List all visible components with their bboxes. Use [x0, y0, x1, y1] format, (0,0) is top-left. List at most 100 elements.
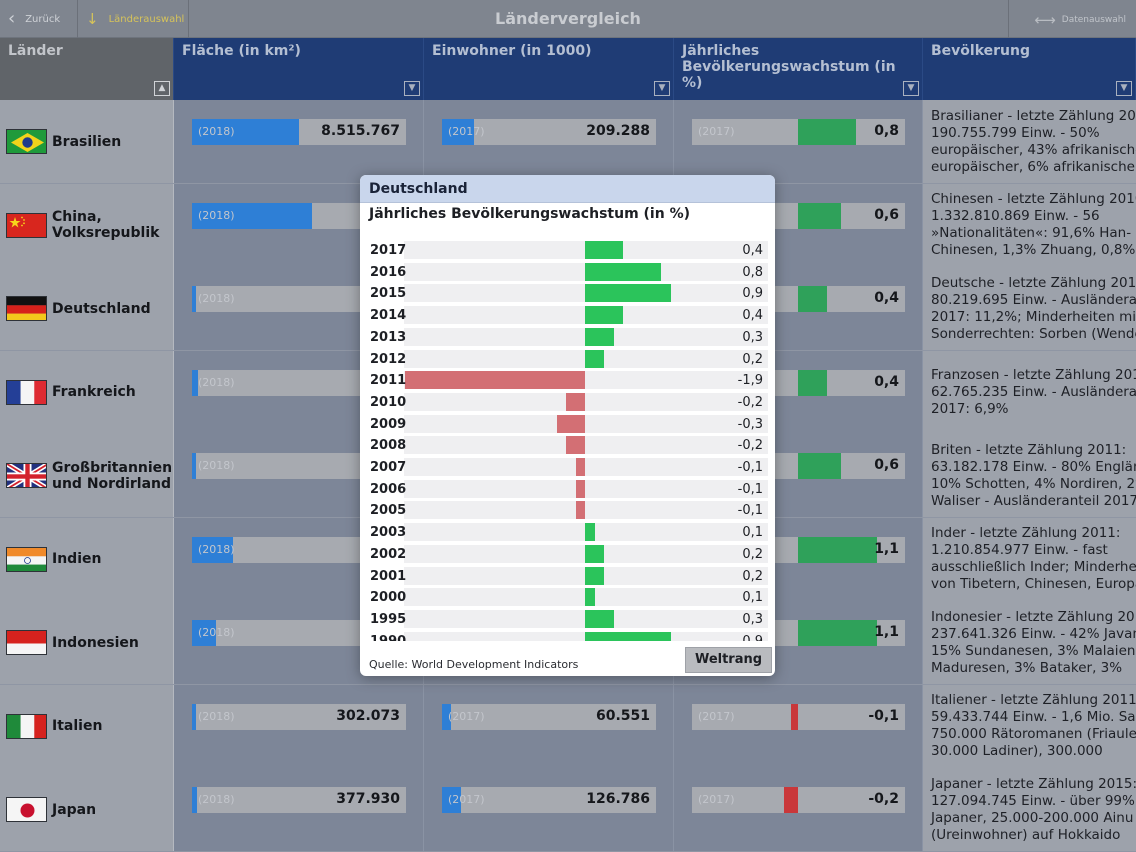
table-row[interactable]: Brasilien (2018) 8.515.767 (2017) 209.288 (20…	[0, 100, 1136, 183]
column-header-population[interactable]: Einwohner (in 1000) ▼	[424, 38, 674, 100]
growth-bar	[585, 566, 604, 585]
description-line: ausschließlich Inder; Minderheite	[931, 559, 1136, 575]
growth-list-item: 2006 -0,1	[360, 478, 775, 500]
growth-cell[interactable]: (2017) -0,2	[674, 768, 923, 851]
growth-value: -0,1	[737, 460, 763, 475]
growth-value: -0,2	[737, 438, 763, 454]
growth-year: 2012	[370, 351, 407, 367]
growth-bar	[585, 284, 671, 303]
population-value: 60.551	[595, 707, 650, 724]
description-line: 190.755.799 Einw. - 50%	[931, 124, 1100, 141]
country-selection-label: Länderauswahl	[108, 13, 185, 25]
description-line: 127.094.745 Einw. - über 99%	[931, 792, 1135, 809]
column-header-area[interactable]: Fläche (in km²) ▼	[174, 38, 424, 100]
growth-list-item: 2017 0,4	[360, 239, 775, 261]
country-cell[interactable]: Frankreich	[0, 350, 174, 434]
area-bar: (2018) 377.930	[192, 787, 406, 813]
data-year: (2018)	[198, 626, 235, 639]
flag-brazil-icon	[6, 129, 47, 154]
data-year: (2018)	[198, 208, 235, 222]
country-cell[interactable]: Italien	[0, 684, 174, 768]
growth-year: 2003	[370, 525, 407, 541]
column-header-growth[interactable]: Jährliches Bevölkerungswachstum (in %) ▼	[674, 38, 923, 100]
country-cell[interactable]: Indonesien	[0, 601, 174, 684]
detail-popup: Deutschland Jährliches Bevölkerungswachs…	[360, 175, 775, 676]
country-cell[interactable]: Japan	[0, 768, 174, 851]
growth-bar	[585, 523, 595, 542]
growth-bar	[404, 371, 585, 390]
growth-list-item: 2016 0,8	[360, 261, 775, 283]
growth-bar	[585, 609, 614, 628]
country-cell[interactable]: Indien	[0, 517, 174, 601]
country-cell[interactable]: Deutschland	[0, 267, 174, 350]
country-cell[interactable]: Brasilien	[0, 100, 174, 183]
description-line: Brasilianer - letzte Zählung 2010:	[931, 107, 1136, 124]
growth-value: -0,1	[737, 503, 763, 519]
description-line: Chinesen, 1,3% Zhuang, 0,8% Hu	[931, 242, 1136, 258]
growth-bar-fill	[798, 369, 827, 396]
growth-bar-fill	[798, 620, 878, 646]
country-cell[interactable]: Großbritannien und Nordirland	[0, 434, 174, 517]
sort-down-icon[interactable]: ▼	[404, 81, 420, 96]
column-header-countries[interactable]: Länder ▲	[0, 38, 174, 100]
area-cell[interactable]: (2018) 377.930	[174, 768, 424, 851]
popup-subtitle: Jährliches Bevölkerungswachstum (in %)	[369, 206, 690, 222]
growth-value: -0,1	[737, 481, 763, 497]
population-cell[interactable]: (2017) 126.786	[424, 768, 674, 851]
population-cell[interactable]: (2017) 60.551	[424, 684, 674, 768]
growth-value: 0,2	[742, 568, 763, 584]
growth-value: 0,4	[742, 308, 763, 324]
population-cell[interactable]: (2017) 209.288	[424, 100, 674, 183]
column-header-label: Einwohner (in 1000)	[432, 43, 592, 59]
population-description: Franzosen - letzte Zählung 2010: 62.765.2…	[923, 350, 1136, 434]
population-bar: (2017) 209.288	[442, 119, 656, 145]
description-line: Maduresen, 3% Bataker, 3%	[931, 659, 1123, 676]
flag-uk-icon	[6, 463, 47, 488]
description-line: 2017: 11,2%; Minderheiten mit	[931, 308, 1136, 325]
growth-year: 2001	[370, 568, 407, 584]
area-cell[interactable]: (2018) 302.073	[174, 684, 424, 768]
divider	[188, 0, 189, 38]
data-year: (2018)	[198, 793, 235, 806]
back-button[interactable]: ‹ Zurück	[8, 9, 60, 29]
table-row[interactable]: Italien (2018) 302.073 (2017) 60.551 (2017) -0…	[0, 684, 1136, 768]
growth-year: 2002	[370, 546, 407, 562]
area-cell[interactable]: (2018) 8.515.767	[174, 100, 424, 183]
description-line: 750.000 Rätoromanen (Friauler u	[931, 726, 1136, 742]
country-selection-button[interactable]: ↓ Länderauswahl	[86, 9, 184, 29]
sort-down-icon[interactable]: ▼	[903, 81, 919, 96]
description-line: Japaner - letzte Zählung 2015:	[931, 775, 1136, 792]
growth-list-item: 2007 -0,1	[360, 456, 775, 478]
world-rank-button[interactable]: Weltrang	[685, 647, 772, 673]
sort-down-icon[interactable]: ▼	[1116, 81, 1132, 96]
growth-year: 2015	[370, 286, 407, 302]
growth-list-item: 2014 0,4	[360, 304, 775, 326]
population-description: Chinesen - letzte Zählung 2010: 1.332.810…	[923, 183, 1136, 267]
growth-cell[interactable]: (2017) 0,8	[674, 100, 923, 183]
growth-year: 2006	[370, 481, 407, 497]
growth-list-item: 2001 0,2	[360, 565, 775, 587]
growth-value: 0,1	[742, 525, 763, 541]
flag-germany-icon	[6, 296, 47, 321]
description-line: Waliser - Ausländeranteil 2017: 9	[931, 492, 1136, 509]
growth-year: 2009	[370, 416, 407, 432]
area-bar: (2018) 8.515.767	[192, 119, 406, 145]
table-row[interactable]: Japan (2018) 377.930 (2017) 126.786 (2017) -0,…	[0, 768, 1136, 851]
growth-bar-fill	[798, 453, 842, 479]
bar-track	[404, 414, 768, 433]
sort-down-icon[interactable]: ▼	[654, 81, 670, 96]
data-selection-button[interactable]: ⟷ Datenauswahl	[1034, 11, 1126, 29]
description-line: 2017: 6,9%	[931, 400, 1009, 417]
sort-up-icon[interactable]: ▲	[154, 81, 170, 96]
growth-list[interactable]: 2017 0,4 2016 0,8 2015 0,9 2014 0,4 2013 0,3 2012 0…	[360, 239, 775, 641]
growth-value: 0,2	[742, 351, 763, 367]
growth-cell[interactable]: (2017) -0,1	[674, 684, 923, 768]
growth-year: 2013	[370, 329, 407, 345]
growth-list-item: 2005 -0,1	[360, 499, 775, 521]
country-cell[interactable]: China, Volksrepublik	[0, 183, 174, 267]
growth-value: 0,6	[874, 206, 899, 223]
column-header-people[interactable]: Bevölkerung ▼	[923, 38, 1136, 100]
bar-track	[404, 392, 768, 411]
growth-list-item: 2009 -0,3	[360, 413, 775, 435]
growth-value: 0,2	[742, 546, 763, 562]
